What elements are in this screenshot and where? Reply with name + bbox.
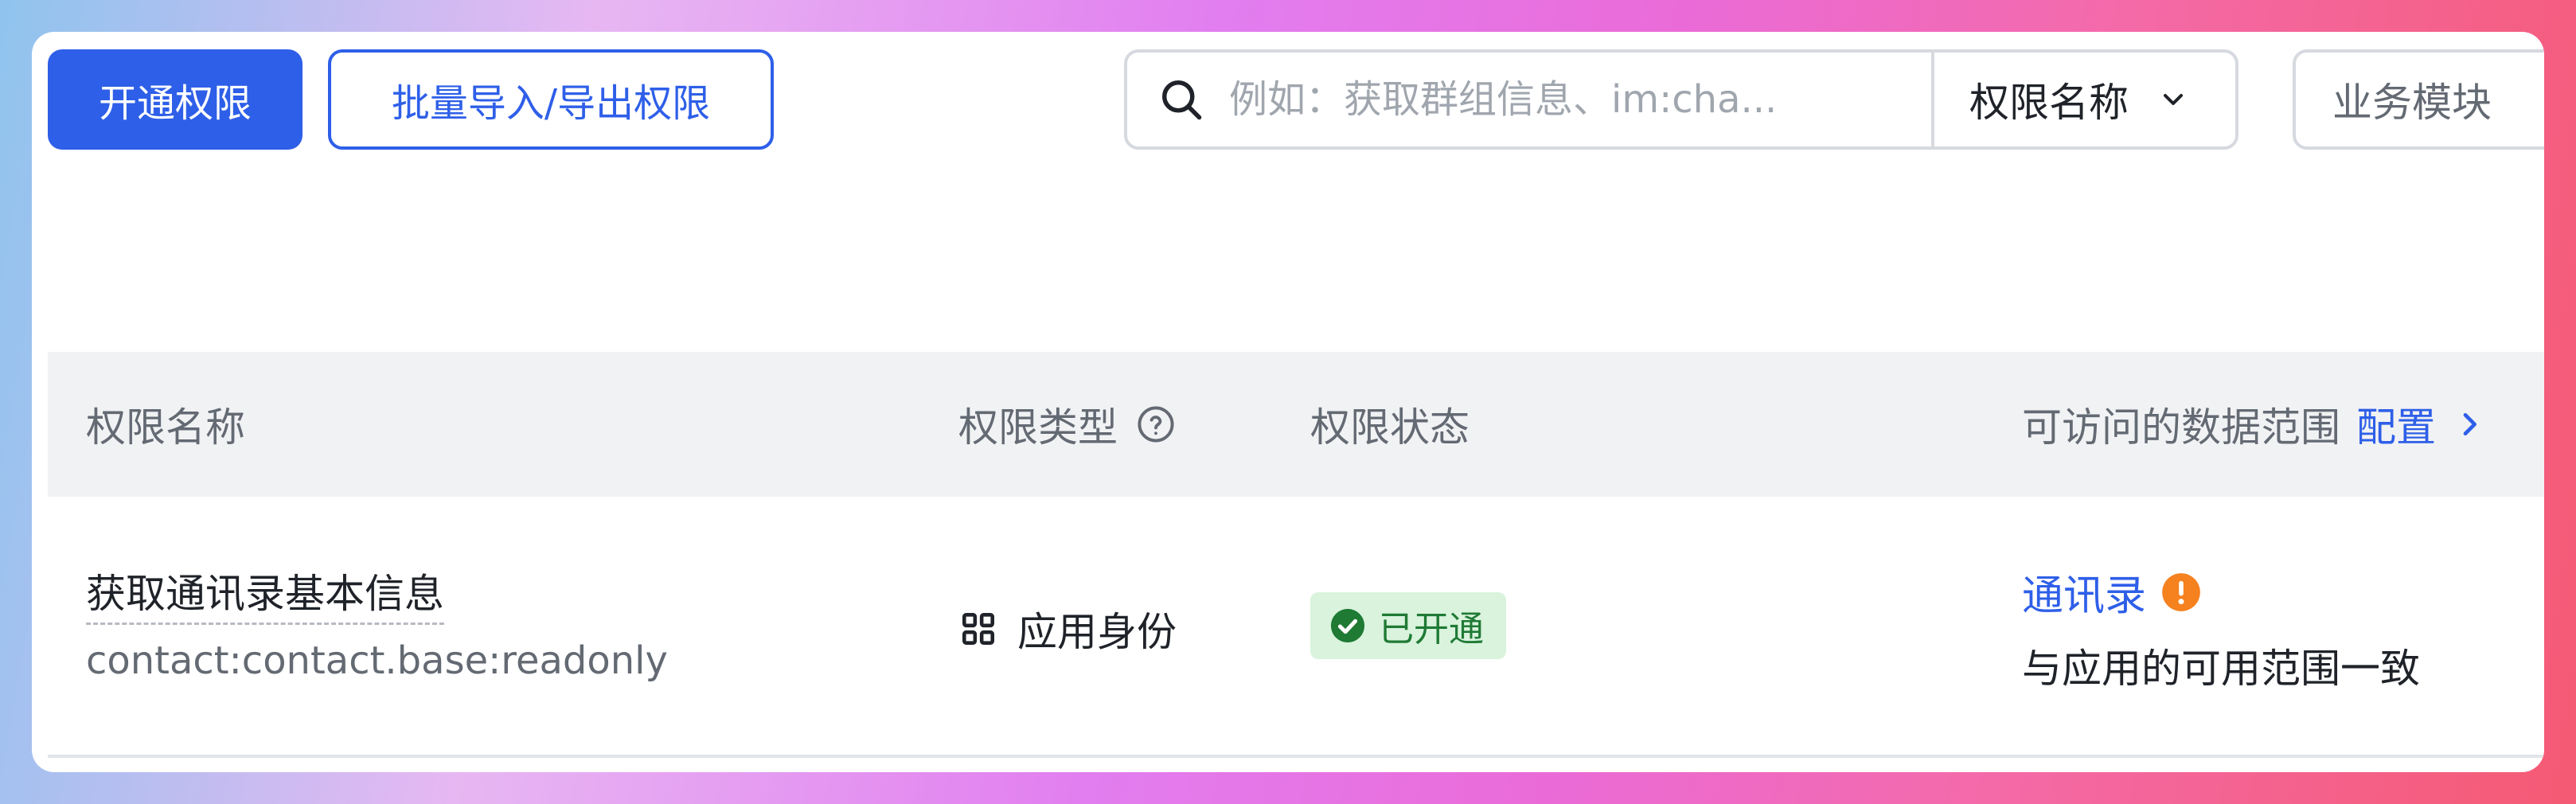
enable-permission-button[interactable]: 开通权限 (48, 49, 302, 150)
permission-type-label: 应用身份 (1017, 609, 1177, 655)
chevron-down-icon (2157, 84, 2189, 115)
check-circle-icon (1329, 607, 1366, 644)
column-header-name: 权限名称 (86, 352, 245, 497)
scope-description: 与应用的可用范围一致 (2022, 646, 2420, 692)
search-icon (1157, 76, 1213, 123)
permission-type: 应用身份 (958, 600, 1177, 658)
column-header-type: 权限类型 (958, 352, 1177, 497)
status-label: 已开通 (1379, 609, 1484, 650)
search-bar: 权限名称 (1124, 49, 2238, 150)
column-header-status: 权限状态 (1310, 352, 1469, 497)
grid-icon (958, 609, 998, 649)
permission-panel: 开通权限 批量导入/导出权限 权限名称 业务模块 权限名称 权限类型 (32, 32, 2544, 772)
search-field-select[interactable]: 权限名称 (1934, 71, 2235, 128)
column-header-name-label: 权限名称 (86, 404, 245, 451)
column-header-scope: 可访问的数据范围 配置 (2022, 352, 2485, 497)
column-header-status-label: 权限状态 (1310, 404, 1469, 451)
status-badge: 已开通 (1310, 592, 1506, 659)
permission-name[interactable]: 获取通讯录基本信息 (86, 562, 444, 625)
question-circle-icon[interactable] (1135, 404, 1177, 445)
business-module-label: 业务模块 (2332, 80, 2492, 126)
scope-contacts-link[interactable]: 通讯录 (2022, 562, 2202, 622)
table-header: 权限名称 权限类型 权限状态 可访问的数据范围 配置 (48, 352, 2544, 497)
configure-scope-link[interactable]: 配置 (2356, 396, 2436, 453)
column-header-type-label: 权限类型 (958, 404, 1118, 451)
search-input[interactable] (1228, 76, 1931, 123)
business-module-select[interactable]: 业务模块 (2293, 49, 2544, 150)
scope-contacts-label: 通讯录 (2022, 572, 2147, 620)
exclamation-circle-icon (2160, 572, 2202, 613)
column-header-scope-label: 可访问的数据范围 (2022, 404, 2340, 451)
batch-import-export-button[interactable]: 批量导入/导出权限 (328, 49, 774, 150)
chevron-right-icon[interactable] (2453, 408, 2485, 440)
search-field-label: 权限名称 (1969, 80, 2129, 126)
permission-code: contact:contact.base:readonly (86, 638, 668, 683)
table-row: 获取通讯录基本信息 contact:contact.base:readonly … (48, 497, 2544, 758)
